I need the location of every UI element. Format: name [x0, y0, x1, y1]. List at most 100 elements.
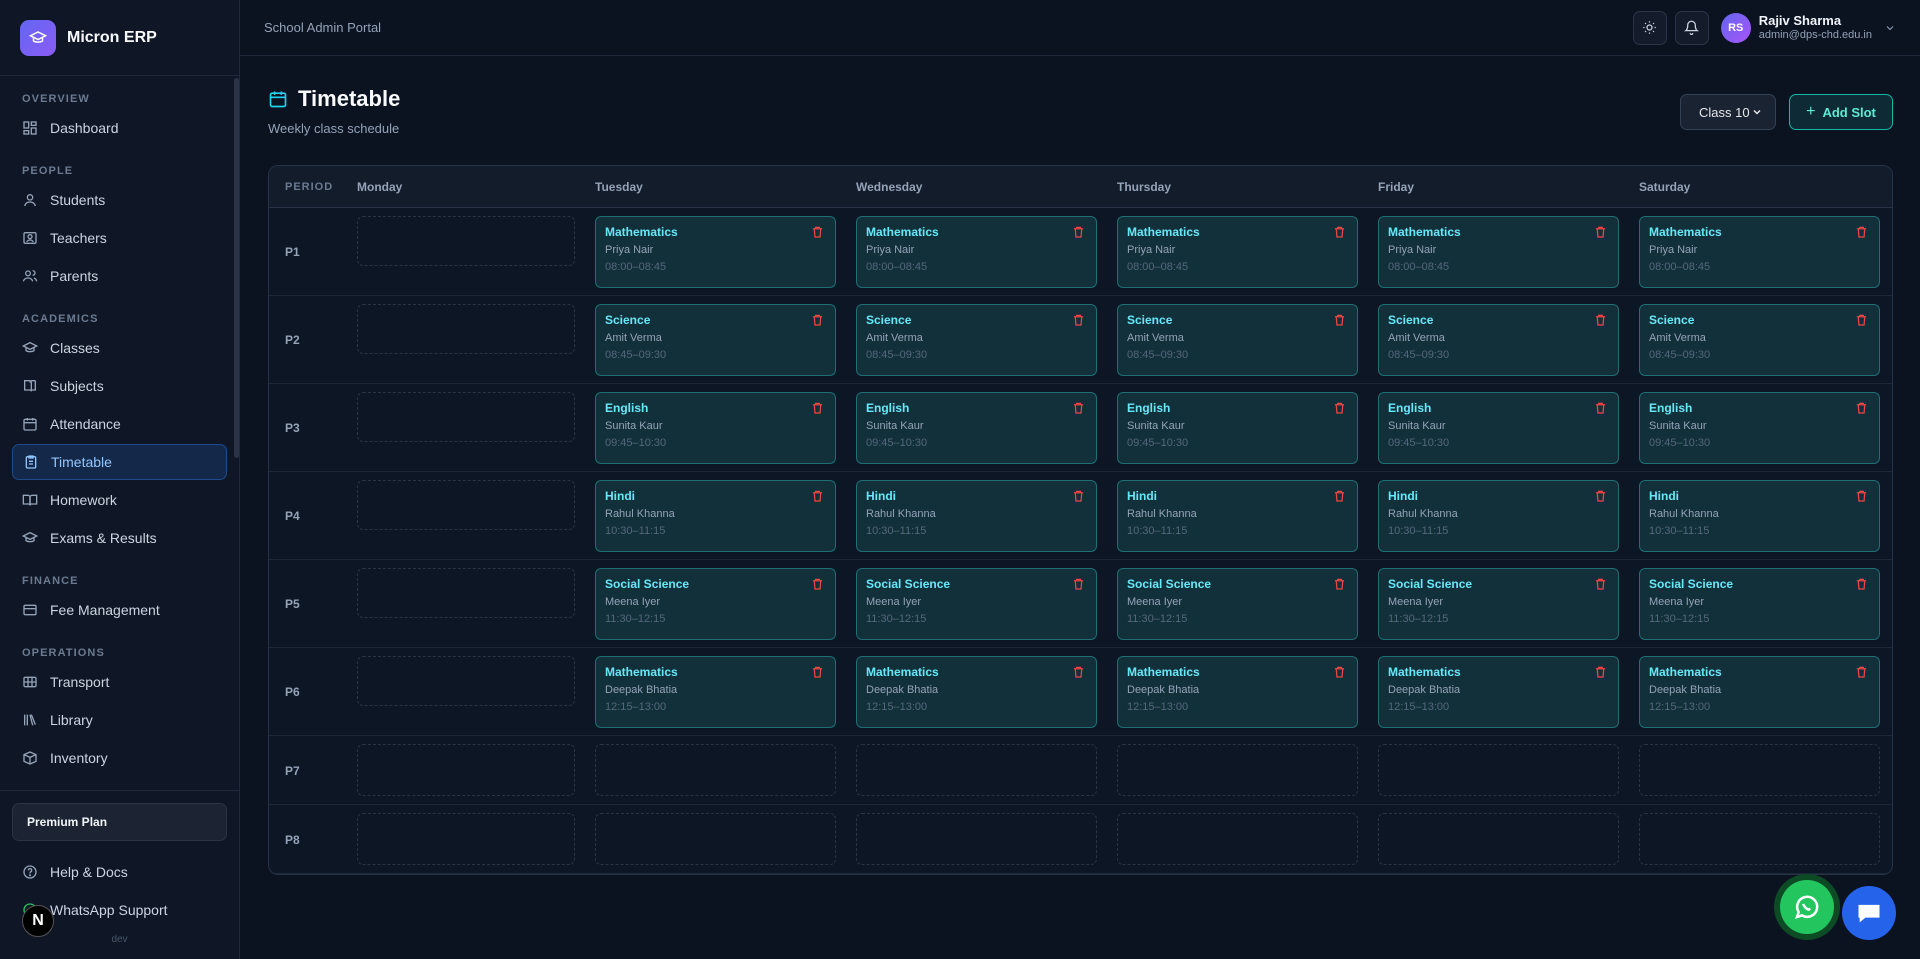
class-select[interactable]: Class 10 [1680, 94, 1776, 130]
timetable-slot[interactable]: Hindi Rahul Khanna 10:30–11:15 [1117, 480, 1358, 552]
sidebar-item-students[interactable]: Students [12, 182, 227, 218]
sidebar-item-timetable[interactable]: Timetable [12, 444, 227, 480]
timetable-slot[interactable]: Social Science Meena Iyer 11:30–12:15 [595, 568, 836, 640]
empty-slot-wednesday[interactable] [856, 813, 1097, 865]
empty-slot-monday[interactable] [357, 568, 575, 618]
trash-icon[interactable] [1856, 225, 1867, 238]
sidebar-item-homework[interactable]: Homework [12, 482, 227, 518]
empty-slot-thursday[interactable] [1117, 744, 1358, 796]
chat-fab[interactable] [1842, 886, 1896, 940]
premium-plan-card[interactable]: Premium Plan [12, 803, 227, 841]
trash-icon[interactable] [1595, 225, 1606, 238]
trash-icon[interactable] [1334, 577, 1345, 590]
timetable-slot[interactable]: Hindi Rahul Khanna 10:30–11:15 [1639, 480, 1880, 552]
trash-icon[interactable] [1334, 401, 1345, 414]
sidebar-item-subjects[interactable]: Subjects [12, 368, 227, 404]
trash-icon[interactable] [1856, 313, 1867, 326]
trash-icon[interactable] [1073, 401, 1084, 414]
trash-icon[interactable] [1595, 401, 1606, 414]
trash-icon[interactable] [1595, 665, 1606, 678]
dev-avatar[interactable]: N [22, 905, 54, 937]
empty-slot-saturday[interactable] [1639, 744, 1880, 796]
trash-icon[interactable] [812, 225, 823, 238]
trash-icon[interactable] [1073, 225, 1084, 238]
empty-slot-friday[interactable] [1378, 813, 1619, 865]
trash-icon[interactable] [1073, 577, 1084, 590]
sidebar-item-classes[interactable]: Classes [12, 330, 227, 366]
timetable-slot[interactable]: English Sunita Kaur 09:45–10:30 [1378, 392, 1619, 464]
empty-slot-monday[interactable] [357, 304, 575, 354]
timetable-slot[interactable]: Science Amit Verma 08:45–09:30 [1117, 304, 1358, 376]
trash-icon[interactable] [1595, 313, 1606, 326]
timetable-slot[interactable]: Science Amit Verma 08:45–09:30 [856, 304, 1097, 376]
trash-icon[interactable] [1073, 313, 1084, 326]
trash-icon[interactable] [1595, 577, 1606, 590]
timetable-slot[interactable]: Mathematics Deepak Bhatia 12:15–13:00 [1639, 656, 1880, 728]
trash-icon[interactable] [1856, 401, 1867, 414]
empty-slot-monday[interactable] [357, 656, 575, 706]
empty-slot-tuesday[interactable] [595, 813, 836, 865]
timetable-slot[interactable]: Mathematics Priya Nair 08:00–08:45 [1117, 216, 1358, 288]
trash-icon[interactable] [812, 577, 823, 590]
sidebar-item-attendance[interactable]: Attendance [12, 406, 227, 442]
timetable-slot[interactable]: Hindi Rahul Khanna 10:30–11:15 [595, 480, 836, 552]
trash-icon[interactable] [1856, 489, 1867, 502]
sidebar-item-fee-management[interactable]: Fee Management [12, 592, 227, 628]
trash-icon[interactable] [1073, 665, 1084, 678]
empty-slot-thursday[interactable] [1117, 813, 1358, 865]
empty-slot-monday[interactable] [357, 392, 575, 442]
timetable-slot[interactable]: English Sunita Kaur 09:45–10:30 [1639, 392, 1880, 464]
sidebar-item-library[interactable]: Library [12, 702, 227, 738]
sidebar-item-parents[interactable]: Parents [12, 258, 227, 294]
timetable-slot[interactable]: Mathematics Deepak Bhatia 12:15–13:00 [856, 656, 1097, 728]
notifications-button[interactable] [1674, 10, 1709, 45]
empty-slot-saturday[interactable] [1639, 813, 1880, 865]
sidebar-item-inventory[interactable]: Inventory [12, 740, 227, 776]
user-menu[interactable]: RS Rajiv Sharma admin@dps-chd.edu.in [1720, 12, 1896, 43]
timetable-slot[interactable]: Science Amit Verma 08:45–09:30 [1639, 304, 1880, 376]
trash-icon[interactable] [812, 665, 823, 678]
help-docs-link[interactable]: Help & Docs [12, 853, 227, 891]
timetable-slot[interactable]: Social Science Meena Iyer 11:30–12:15 [1117, 568, 1358, 640]
trash-icon[interactable] [1334, 313, 1345, 326]
empty-slot-monday[interactable] [357, 813, 575, 865]
timetable-slot[interactable]: Social Science Meena Iyer 11:30–12:15 [1639, 568, 1880, 640]
timetable-slot[interactable]: Mathematics Deepak Bhatia 12:15–13:00 [1378, 656, 1619, 728]
trash-icon[interactable] [1856, 577, 1867, 590]
trash-icon[interactable] [812, 313, 823, 326]
timetable-slot[interactable]: Mathematics Priya Nair 08:00–08:45 [1639, 216, 1880, 288]
trash-icon[interactable] [1073, 489, 1084, 502]
empty-slot-tuesday[interactable] [595, 744, 836, 796]
theme-toggle-button[interactable] [1632, 10, 1667, 45]
empty-slot-monday[interactable] [357, 480, 575, 530]
empty-slot-monday[interactable] [357, 744, 575, 796]
timetable-slot[interactable]: Mathematics Deepak Bhatia 12:15–13:00 [1117, 656, 1358, 728]
timetable-slot[interactable]: Science Amit Verma 08:45–09:30 [1378, 304, 1619, 376]
brand[interactable]: Micron ERP [0, 0, 239, 76]
empty-slot-monday[interactable] [357, 216, 575, 266]
timetable-slot[interactable]: Social Science Meena Iyer 11:30–12:15 [1378, 568, 1619, 640]
timetable-slot[interactable]: Hindi Rahul Khanna 10:30–11:15 [856, 480, 1097, 552]
trash-icon[interactable] [1334, 489, 1345, 502]
sidebar-item-teachers[interactable]: Teachers [12, 220, 227, 256]
timetable-slot[interactable]: Mathematics Deepak Bhatia 12:15–13:00 [595, 656, 836, 728]
timetable-slot[interactable]: Mathematics Priya Nair 08:00–08:45 [595, 216, 836, 288]
trash-icon[interactable] [1334, 665, 1345, 678]
timetable-slot[interactable]: English Sunita Kaur 09:45–10:30 [856, 392, 1097, 464]
empty-slot-wednesday[interactable] [856, 744, 1097, 796]
timetable-slot[interactable]: Social Science Meena Iyer 11:30–12:15 [856, 568, 1097, 640]
trash-icon[interactable] [1334, 225, 1345, 238]
empty-slot-friday[interactable] [1378, 744, 1619, 796]
timetable-slot[interactable]: Mathematics Priya Nair 08:00–08:45 [1378, 216, 1619, 288]
add-slot-button[interactable]: + Add Slot [1789, 94, 1893, 130]
trash-icon[interactable] [1595, 489, 1606, 502]
sidebar-item-transport[interactable]: Transport [12, 664, 227, 700]
whatsapp-fab[interactable] [1774, 874, 1840, 940]
trash-icon[interactable] [812, 401, 823, 414]
trash-icon[interactable] [1856, 665, 1867, 678]
sidebar-scrollbar[interactable] [234, 78, 239, 458]
timetable-slot[interactable]: Science Amit Verma 08:45–09:30 [595, 304, 836, 376]
timetable-slot[interactable]: Hindi Rahul Khanna 10:30–11:15 [1378, 480, 1619, 552]
timetable-slot[interactable]: English Sunita Kaur 09:45–10:30 [595, 392, 836, 464]
timetable-slot[interactable]: Mathematics Priya Nair 08:00–08:45 [856, 216, 1097, 288]
